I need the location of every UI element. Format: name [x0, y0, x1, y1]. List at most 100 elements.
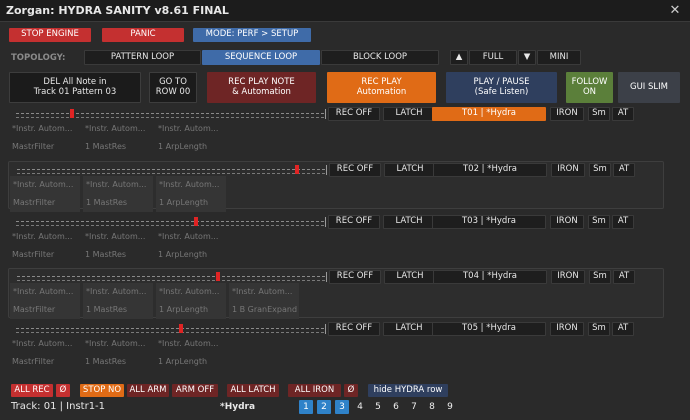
latch-button[interactable]: LATCH: [383, 215, 435, 229]
smooth-button[interactable]: Sm: [589, 270, 611, 284]
latch-button[interactable]: LATCH: [383, 107, 435, 121]
page-button[interactable]: 7: [407, 400, 421, 414]
at-button[interactable]: AT: [612, 322, 634, 336]
rec-play-note-button[interactable]: REC PLAY NOTE & Automation: [207, 72, 316, 103]
track-name-button[interactable]: T04 | *Hydra: [433, 270, 547, 284]
all-arm-button[interactable]: ALL ARM: [127, 384, 169, 397]
all-rec-button[interactable]: ALL REC: [11, 384, 53, 397]
all-iron-button[interactable]: ALL IRON: [288, 384, 341, 397]
rec-off-button[interactable]: REC OFF: [328, 107, 380, 121]
title-bar: Zorgan: HYDRA SANITY v8.61 FINAL ✕: [0, 0, 690, 22]
slider-knob[interactable]: [70, 109, 74, 118]
close-icon[interactable]: ✕: [666, 2, 684, 20]
page-button[interactable]: 2: [317, 400, 331, 414]
down-arrow-icon[interactable]: ▼: [518, 50, 536, 65]
automation-param[interactable]: *Instr. Autom... 1 ArpLength: [156, 283, 226, 319]
iron-button[interactable]: IRON: [550, 107, 584, 121]
play-pause-button[interactable]: PLAY / PAUSE (Safe Listen): [446, 72, 557, 103]
at-button[interactable]: AT: [612, 215, 634, 229]
full-button[interactable]: FULL: [469, 50, 517, 65]
page-button[interactable]: 9: [443, 400, 457, 414]
page-button[interactable]: 6: [389, 400, 403, 414]
track-name-button[interactable]: T03 | *Hydra: [432, 215, 546, 229]
gui-slim-button[interactable]: GUI SLIM: [618, 72, 680, 103]
param-type: *Instr. Autom...: [85, 232, 146, 241]
smooth-button[interactable]: Sm: [588, 107, 610, 121]
automation-param[interactable]: *Instr. Autom... 1 MastRes: [83, 283, 153, 319]
automation-slider[interactable]: [17, 272, 327, 282]
pattern-loop-button[interactable]: PATTERN LOOP: [84, 50, 201, 65]
automation-param[interactable]: *Instr. Autom... 1 B GranExpand: [229, 283, 299, 319]
iron-button[interactable]: IRON: [551, 270, 585, 284]
slider-knob[interactable]: [216, 272, 220, 281]
param-type: *Instr. Autom...: [13, 180, 74, 189]
slider-knob[interactable]: [194, 217, 198, 226]
block-loop-button[interactable]: BLOCK LOOP: [321, 50, 439, 65]
page-button[interactable]: 1: [299, 400, 313, 414]
automation-param[interactable]: *Instr. Autom... 1 ArpLength: [155, 120, 225, 156]
rec-off-button[interactable]: REC OFF: [328, 215, 380, 229]
rec-off-button[interactable]: REC OFF: [329, 163, 381, 177]
automation-param[interactable]: *Instr. Autom... MastrFilter: [9, 228, 79, 264]
smooth-button[interactable]: Sm: [588, 322, 610, 336]
stop-no-button[interactable]: STOP NO: [80, 384, 124, 397]
rec-off-button[interactable]: REC OFF: [329, 270, 381, 284]
page-button[interactable]: 8: [425, 400, 439, 414]
smooth-button[interactable]: Sm: [588, 215, 610, 229]
page-button[interactable]: 4: [353, 400, 367, 414]
follow-button[interactable]: FOLLOW ON: [566, 72, 613, 103]
automation-param[interactable]: *Instr. Autom... 1 MastRes: [82, 120, 152, 156]
automation-slider[interactable]: [16, 217, 326, 227]
automation-slider[interactable]: [16, 324, 326, 334]
automation-param[interactable]: *Instr. Autom... 1 ArpLength: [156, 176, 226, 212]
rec-play-automation-button[interactable]: REC PLAY Automation: [327, 72, 436, 103]
automation-param[interactable]: *Instr. Autom... MastrFilter: [9, 120, 79, 156]
automation-param[interactable]: *Instr. Autom... 1 MastRes: [82, 228, 152, 264]
at-button[interactable]: AT: [613, 270, 635, 284]
param-type: *Instr. Autom...: [85, 124, 146, 133]
at-button[interactable]: AT: [612, 107, 634, 121]
goto-row-button[interactable]: GO TO ROW 00: [149, 72, 197, 103]
del-all-notes-button[interactable]: DEL All Note in Track 01 Pattern 03: [9, 72, 141, 103]
iron-button[interactable]: IRON: [551, 163, 585, 177]
automation-param[interactable]: *Instr. Autom... 1 MastRes: [82, 335, 152, 371]
all-latch-button[interactable]: ALL LATCH: [227, 384, 279, 397]
automation-param[interactable]: *Instr. Autom... MastrFilter: [10, 283, 80, 319]
all-rec-zero-button[interactable]: Ø: [56, 384, 70, 397]
latch-button[interactable]: LATCH: [383, 322, 435, 336]
slider-knob[interactable]: [295, 165, 299, 174]
rec-off-button[interactable]: REC OFF: [328, 322, 380, 336]
panic-button[interactable]: PANIC: [102, 28, 184, 42]
automation-slider[interactable]: [16, 109, 326, 119]
arm-off-button[interactable]: ARM OFF: [172, 384, 218, 397]
slider-knob[interactable]: [179, 324, 183, 333]
page-button[interactable]: 3: [335, 400, 349, 414]
all-iron-zero-button[interactable]: Ø: [344, 384, 358, 397]
automation-param[interactable]: *Instr. Autom... MastrFilter: [9, 335, 79, 371]
automation-param[interactable]: *Instr. Autom... 1 ArpLength: [155, 228, 225, 264]
iron-button[interactable]: IRON: [550, 215, 584, 229]
sequence-loop-button[interactable]: SEQUENCE LOOP: [202, 50, 320, 65]
automation-param[interactable]: *Instr. Autom... MastrFilter: [10, 176, 80, 212]
mini-button[interactable]: MINI: [537, 50, 581, 65]
page-button[interactable]: 5: [371, 400, 385, 414]
latch-button[interactable]: LATCH: [384, 163, 436, 177]
hide-hydra-row-button[interactable]: hide HYDRA row: [368, 384, 448, 397]
automation-slider[interactable]: [17, 165, 327, 175]
iron-button[interactable]: IRON: [550, 322, 584, 336]
param-name: 1 MastRes: [85, 142, 127, 151]
track-name-button[interactable]: T02 | *Hydra: [433, 163, 547, 177]
smooth-button[interactable]: Sm: [589, 163, 611, 177]
at-button[interactable]: AT: [613, 163, 635, 177]
automation-param[interactable]: *Instr. Autom... 1 MastRes: [83, 176, 153, 212]
slider-end-tick: [326, 165, 327, 175]
track-name-button[interactable]: T01 | *Hydra: [432, 107, 546, 121]
automation-param[interactable]: *Instr. Autom... 1 ArpLength: [155, 335, 225, 371]
up-arrow-icon[interactable]: ▲: [450, 50, 468, 65]
mode-button[interactable]: MODE: PERF > SETUP: [193, 28, 311, 42]
rec-play-line2: Automation: [356, 86, 407, 97]
track-name-button[interactable]: T05 | *Hydra: [432, 322, 546, 336]
latch-button[interactable]: LATCH: [384, 270, 436, 284]
param-type: *Instr. Autom...: [86, 287, 147, 296]
stop-engine-button[interactable]: STOP ENGINE: [9, 28, 91, 42]
